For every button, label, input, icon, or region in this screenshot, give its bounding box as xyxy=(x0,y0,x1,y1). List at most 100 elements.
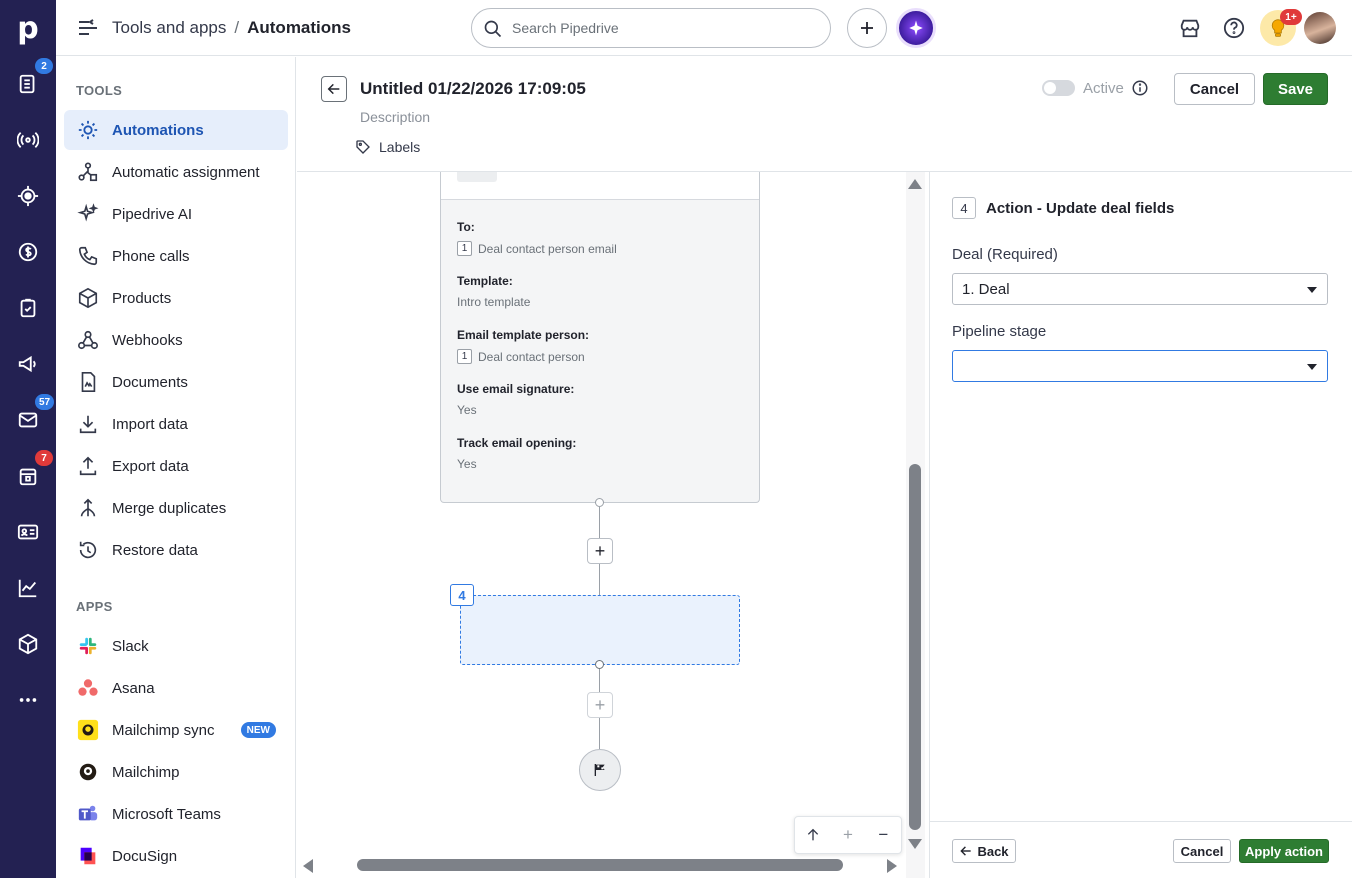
chevron-down-icon xyxy=(1307,364,1317,370)
new-action-placeholder[interactable] xyxy=(460,595,740,665)
activities-icon[interactable] xyxy=(0,280,56,336)
sidebar-item-slack[interactable]: Slack xyxy=(64,626,288,666)
sidebar-item-webhooks[interactable]: Webhooks xyxy=(64,320,288,360)
scroll-down-arrow-icon[interactable] xyxy=(908,839,922,849)
add-step-button-disabled[interactable]: + xyxy=(587,692,613,718)
back-button[interactable]: Back xyxy=(952,839,1016,863)
sidebar-item-label: Pipedrive AI xyxy=(112,205,193,223)
save-button[interactable]: Save xyxy=(1263,73,1328,105)
phone-icon xyxy=(76,244,100,268)
breadcrumb-tools-link[interactable]: Tools and apps xyxy=(112,18,226,38)
cancel-button[interactable]: Cancel xyxy=(1174,73,1255,105)
finish-flag-node xyxy=(579,749,621,791)
more-icon[interactable] xyxy=(0,672,56,728)
apps-section-title: APPS xyxy=(76,599,113,614)
mail-icon[interactable]: 57 xyxy=(0,392,56,448)
products-icon[interactable] xyxy=(0,616,56,672)
labels-button[interactable]: Labels xyxy=(355,139,420,155)
help-icon[interactable] xyxy=(1220,14,1248,42)
mailchimp-icon xyxy=(76,718,100,742)
sidebar-item-mailchimp-sync[interactable]: Mailchimp sync NEW xyxy=(64,710,288,750)
connector-node xyxy=(595,660,604,669)
automation-title[interactable]: Untitled 01/22/2026 17:09:05 xyxy=(360,79,586,99)
scroll-up-arrow-icon[interactable] xyxy=(908,179,922,189)
target-icon[interactable] xyxy=(0,168,56,224)
sidebar-item-phone-calls[interactable]: Phone calls xyxy=(64,236,288,276)
panel-cancel-button[interactable]: Cancel xyxy=(1173,839,1231,863)
sidebar-item-docusign[interactable]: DocuSign xyxy=(64,836,288,876)
calendar-icon[interactable]: 7 xyxy=(0,448,56,504)
box-icon xyxy=(76,286,100,310)
sidebar-item-label: Microsoft Teams xyxy=(112,805,221,823)
user-avatar[interactable] xyxy=(1304,12,1336,44)
deal-field-label: Deal (Required) xyxy=(952,246,1058,263)
field-template-person: Email template person: 1 Deal contact per… xyxy=(457,328,590,364)
apply-action-button[interactable]: Apply action xyxy=(1239,839,1329,863)
search-placeholder: Search Pipedrive xyxy=(512,20,619,36)
description-field[interactable]: Description xyxy=(360,109,430,125)
zoom-in-icon[interactable]: + xyxy=(836,823,860,847)
deals-nav-icon[interactable]: 2 xyxy=(0,56,56,112)
sidebar-item-asana[interactable]: Asana xyxy=(64,668,288,708)
docusign-icon xyxy=(76,844,100,868)
active-toggle[interactable] xyxy=(1042,80,1075,96)
sidebar-item-microsoft-teams[interactable]: Microsoft Teams xyxy=(64,794,288,834)
insights-icon[interactable] xyxy=(0,560,56,616)
automation-canvas[interactable]: To: 1 Deal contact person email Template:… xyxy=(297,172,925,878)
arrow-left-icon xyxy=(960,846,972,856)
pipedrive-logo[interactable]: p xyxy=(0,0,56,56)
dollar-icon[interactable] xyxy=(0,224,56,280)
panel-title: 4 Action - Update deal fields xyxy=(952,197,1174,219)
quick-add-button[interactable] xyxy=(847,8,887,48)
megaphone-icon[interactable] xyxy=(0,336,56,392)
teams-icon xyxy=(76,802,100,826)
sidebar-item-merge-duplicates[interactable]: Merge duplicates xyxy=(64,488,288,528)
step-number-badge: 4 xyxy=(952,197,976,219)
add-step-button[interactable]: + xyxy=(587,538,613,564)
sidebar-item-label: Import data xyxy=(112,415,188,433)
slack-icon xyxy=(76,634,100,658)
sidebar-item-pipedrive-ai[interactable]: Pipedrive AI xyxy=(64,194,288,234)
breadcrumb-current: Automations xyxy=(247,18,351,37)
panel-footer: Back Cancel Apply action xyxy=(930,821,1352,878)
marketplace-icon[interactable] xyxy=(1176,14,1204,42)
sidebar-item-label: Restore data xyxy=(112,541,198,559)
sidebar-item-documents[interactable]: Documents xyxy=(64,362,288,402)
sidebar-item-export-data[interactable]: Export data xyxy=(64,446,288,486)
arrow-up-icon[interactable] xyxy=(801,823,825,847)
sidebar-item-products[interactable]: Products xyxy=(64,278,288,318)
horizontal-scroll-thumb[interactable] xyxy=(357,859,843,871)
breadcrumb: Tools and apps / Automations xyxy=(112,18,351,38)
send-email-step-card[interactable]: To: 1 Deal contact person email Template:… xyxy=(440,172,760,503)
sidebar-item-restore-data[interactable]: Restore data xyxy=(64,530,288,570)
broadcast-icon[interactable] xyxy=(0,112,56,168)
deal-select[interactable]: 1. Deal xyxy=(952,273,1328,305)
sidebar-item-mailchimp[interactable]: Mailchimp xyxy=(64,752,288,792)
menu-collapse-icon[interactable] xyxy=(76,16,100,40)
ai-assistant-button[interactable] xyxy=(896,8,936,48)
merge-icon xyxy=(76,496,100,520)
asana-icon xyxy=(76,676,100,700)
step-reference-badge: 1 xyxy=(457,349,472,364)
plus-icon: + xyxy=(594,694,606,715)
zoom-out-icon[interactable]: − xyxy=(871,823,895,847)
connector-line xyxy=(599,669,600,692)
sidebar-item-automations[interactable]: Automations xyxy=(64,110,288,150)
restore-icon xyxy=(76,538,100,562)
vertical-scroll-thumb[interactable] xyxy=(909,464,921,830)
scroll-right-arrow-icon[interactable] xyxy=(887,859,897,873)
back-arrow-button[interactable] xyxy=(321,76,347,102)
info-icon[interactable] xyxy=(1131,79,1149,97)
sidebar-item-label: Automatic assignment xyxy=(112,163,260,181)
top-header: Tools and apps / Automations Search Pipe… xyxy=(56,0,1352,56)
scroll-left-arrow-icon[interactable] xyxy=(303,859,313,873)
contacts-icon[interactable] xyxy=(0,504,56,560)
sidebar-item-label: Mailchimp sync xyxy=(112,721,215,739)
sidebar-item-import-data[interactable]: Import data xyxy=(64,404,288,444)
pipeline-stage-select[interactable] xyxy=(952,350,1328,382)
search-input[interactable]: Search Pipedrive xyxy=(471,8,831,48)
connector-line xyxy=(599,718,600,749)
field-to: To: 1 Deal contact person email xyxy=(457,220,617,256)
sidebar-item-automatic-assignment[interactable]: Automatic assignment xyxy=(64,152,288,192)
step-reference-badge: 1 xyxy=(457,241,472,256)
